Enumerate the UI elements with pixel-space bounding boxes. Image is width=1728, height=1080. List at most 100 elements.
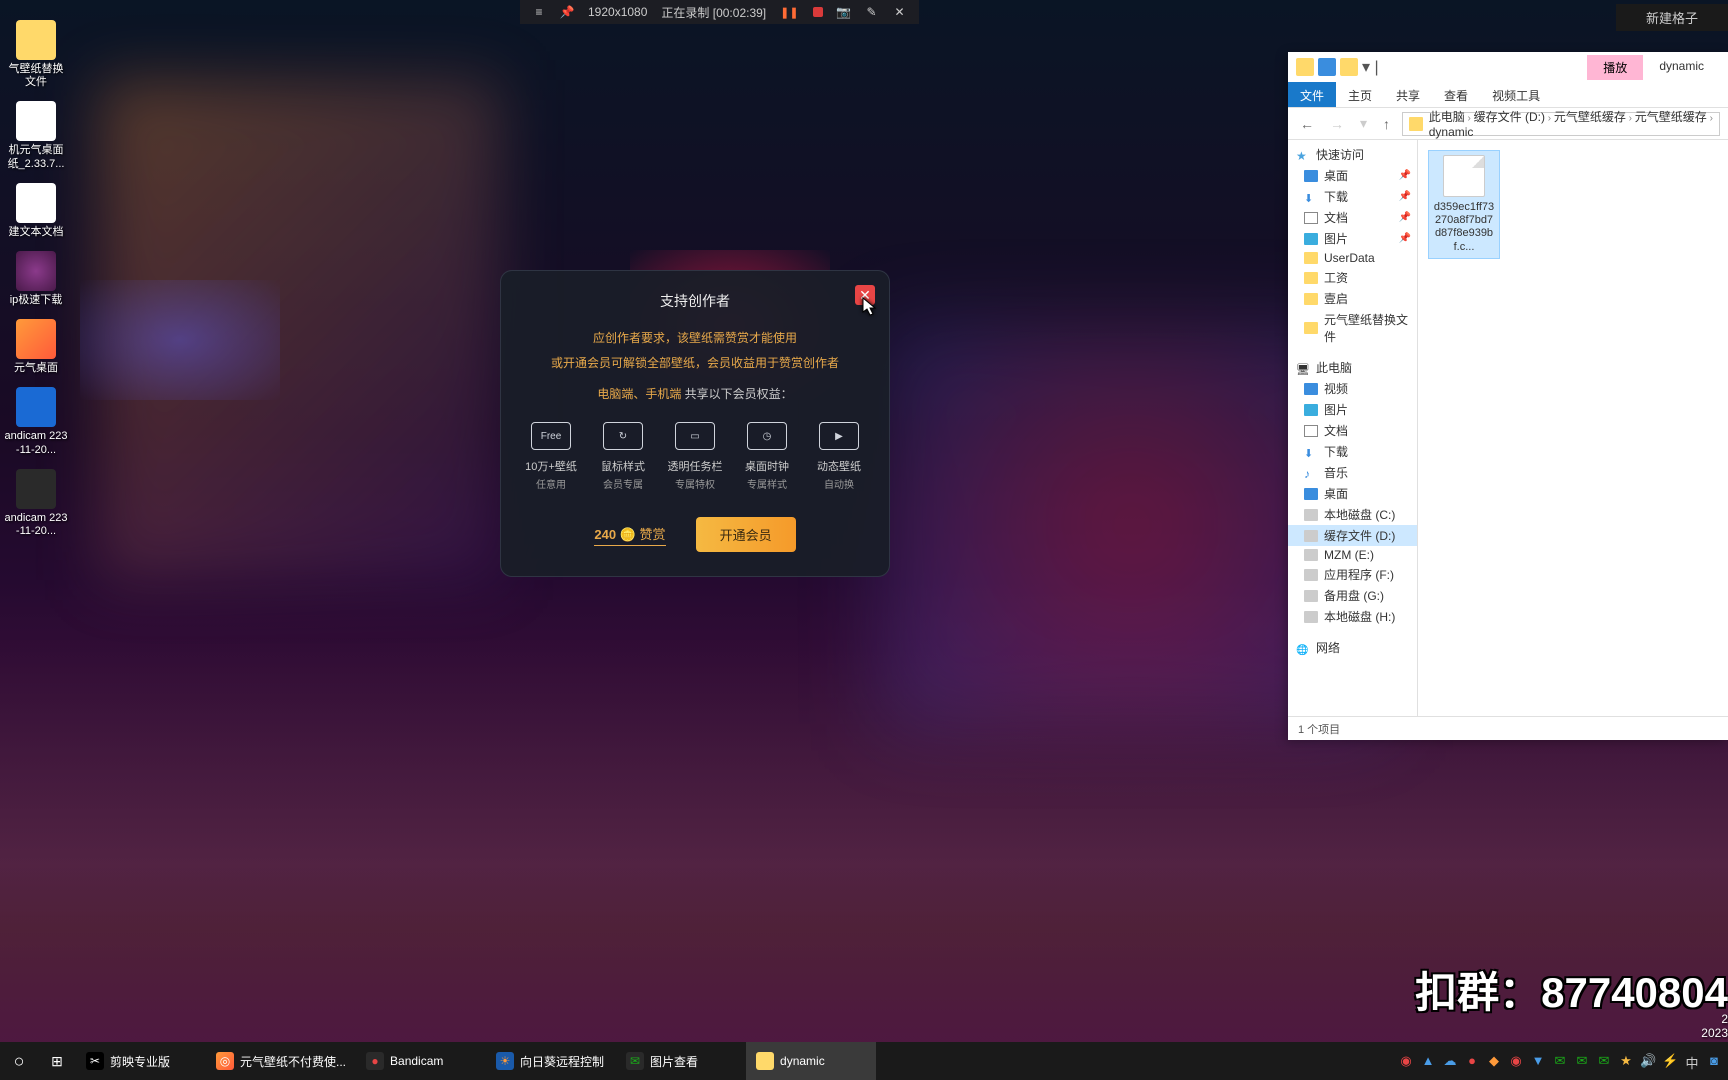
tray-icon[interactable]: ◙ (1706, 1053, 1722, 1069)
nav-item[interactable]: 下载 (1288, 441, 1417, 462)
forward-button[interactable]: → (1326, 116, 1348, 132)
address-bar-row: ← → ▾ ↑ 此电脑 › 缓存文件 (D:) › 元气壁纸缓存 › 元气壁纸缓… (1288, 108, 1728, 140)
ribbon-tab[interactable]: 文件 (1288, 82, 1336, 107)
tray-icon[interactable]: ◆ (1486, 1053, 1502, 1069)
navigation-pane: 快速访问桌面📌下载📌文档📌图片📌UserData工资壹启元气壁纸替换文件此电脑视… (1288, 140, 1418, 716)
taskbar-item[interactable]: dynamic (746, 1042, 876, 1080)
nav-item[interactable]: 本地磁盘 (C:) (1288, 504, 1417, 525)
desktop-icon[interactable]: 机元气桌面纸_2.33.7... (4, 101, 68, 170)
recent-dropdown[interactable]: ▾ (1356, 115, 1371, 132)
dialog-message-2: 或开通会员可解锁全部壁纸，会员收益用于赞赏创作者 (501, 354, 889, 371)
nav-this-pc[interactable]: 此电脑 (1288, 357, 1417, 378)
feature-icon: ▶ (819, 422, 859, 450)
desktop-icon[interactable]: andicam 223-11-20... (4, 469, 68, 538)
breadcrumb-item[interactable]: 此电脑 (1429, 110, 1465, 124)
ribbon-tab[interactable]: 视频工具 (1480, 82, 1552, 107)
menu-icon[interactable]: ≡ (532, 5, 546, 19)
nav-quick-access[interactable]: 快速访问 (1288, 144, 1417, 165)
breadcrumb-item[interactable]: 元气壁纸缓存 (1635, 110, 1707, 124)
open-vip-button[interactable]: 开通会员 (696, 517, 796, 552)
pin-icon: 📌 (1399, 212, 1411, 223)
nav-item[interactable]: 缓存文件 (D:) (1288, 525, 1417, 546)
explorer-titlebar[interactable]: ▾ | 播放 dynamic (1288, 52, 1728, 82)
feature-title: 动态壁纸 (809, 458, 869, 474)
tray-icon[interactable]: ◉ (1398, 1053, 1414, 1069)
ribbon-tab[interactable]: 主页 (1336, 82, 1384, 107)
reward-link[interactable]: 240 🪙 赞赏 (594, 524, 665, 546)
file-list[interactable]: d359ec1ff73270a8f7bd7d87f8e939bf.c... (1418, 140, 1728, 716)
nav-item[interactable]: UserData (1288, 249, 1417, 267)
desktop-icon[interactable]: 建文本文档 (4, 183, 68, 239)
taskbar-app-label: 元气壁纸不付费使... (240, 1053, 346, 1070)
nav-item[interactable]: 下载📌 (1288, 186, 1417, 207)
pencil-icon[interactable]: ✎ (865, 5, 879, 19)
nav-item[interactable]: 备用盘 (G:) (1288, 585, 1417, 606)
breadcrumb-item[interactable]: 元气壁纸缓存 (1554, 110, 1626, 124)
pin-icon[interactable]: 📌 (560, 5, 574, 19)
network-icon[interactable]: ⚡ (1662, 1053, 1678, 1069)
tray-icon[interactable]: ▲ (1420, 1053, 1436, 1069)
stop-icon[interactable] (813, 7, 823, 17)
nav-item[interactable]: 音乐 (1288, 462, 1417, 483)
breadcrumb-item[interactable]: dynamic (1429, 125, 1474, 139)
desktop-icon[interactable]: ip极速下载 (4, 251, 68, 307)
desktop-icon[interactable]: 气壁纸替换文件 (4, 20, 68, 89)
tray-icon[interactable]: ✉ (1552, 1053, 1568, 1069)
camera-icon[interactable]: 📷 (837, 5, 851, 19)
nav-item[interactable]: 应用程序 (F:) (1288, 564, 1417, 585)
qat-icon[interactable] (1318, 58, 1336, 76)
desktop-icon-label: 建文本文档 (4, 226, 68, 239)
volume-icon[interactable]: 🔊 (1640, 1053, 1656, 1069)
new-grid-button[interactable]: 新建格子 (1616, 4, 1728, 31)
tray-icon[interactable]: ◉ (1508, 1053, 1524, 1069)
desktop-icon[interactable]: andicam 223-11-20... (4, 387, 68, 456)
taskbar-app-icon: ● (366, 1052, 384, 1070)
taskbar-item[interactable]: ◎ 元气壁纸不付费使... (206, 1042, 356, 1080)
pause-icon[interactable]: ❚❚ (780, 6, 798, 19)
start-button[interactable]: ○ (0, 1042, 38, 1080)
nav-item[interactable]: 文档📌 (1288, 207, 1417, 228)
tray-icon[interactable]: ● (1464, 1053, 1480, 1069)
taskbar-app-label: 向日葵远程控制 (520, 1053, 604, 1070)
ime-icon[interactable]: 中 (1684, 1053, 1700, 1069)
back-button[interactable]: ← (1296, 116, 1318, 132)
desktop-icon[interactable]: 元气桌面 (4, 319, 68, 375)
file-item[interactable]: d359ec1ff73270a8f7bd7d87f8e939bf.c... (1428, 150, 1500, 259)
task-view-button[interactable]: ⊞ (38, 1042, 76, 1080)
ribbon-tab[interactable]: 共享 (1384, 82, 1432, 107)
nav-item[interactable]: 桌面 (1288, 483, 1417, 504)
nav-item[interactable]: 元气壁纸替换文件 (1288, 309, 1417, 347)
nav-item[interactable]: 工资 (1288, 267, 1417, 288)
nav-item[interactable]: 本地磁盘 (H:) (1288, 606, 1417, 627)
taskbar-item[interactable]: ☀ 向日葵远程控制 (486, 1042, 616, 1080)
nav-item[interactable]: 壹启 (1288, 288, 1417, 309)
up-button[interactable]: ↑ (1379, 116, 1394, 132)
taskbar-item[interactable]: ● Bandicam (356, 1042, 486, 1080)
nav-item[interactable]: 桌面📌 (1288, 165, 1417, 186)
nav-item[interactable]: MZM (E:) (1288, 546, 1417, 564)
tray-icon[interactable]: ☁ (1442, 1053, 1458, 1069)
tray-icon[interactable]: ✉ (1596, 1053, 1612, 1069)
tray-icon[interactable]: ▼ (1530, 1053, 1546, 1069)
tray-icon[interactable]: ★ (1618, 1053, 1634, 1069)
nav-item[interactable]: 视频 (1288, 378, 1417, 399)
qat-icon-2[interactable] (1340, 58, 1358, 76)
dialog-message-1: 应创作者要求，该壁纸需赞赏才能使用 (501, 329, 889, 346)
ribbon-tabs: 文件主页共享查看视频工具 (1288, 82, 1728, 108)
nav-item[interactable]: 文档 (1288, 420, 1417, 441)
address-bar[interactable]: 此电脑 › 缓存文件 (D:) › 元气壁纸缓存 › 元气壁纸缓存 › dyna… (1402, 112, 1720, 136)
nav-item[interactable]: 图片 (1288, 399, 1417, 420)
breadcrumb-item[interactable]: 缓存文件 (D:) (1474, 110, 1545, 124)
tray-icon[interactable]: ✉ (1574, 1053, 1590, 1069)
taskbar-item[interactable]: ✉ 图片查看 (616, 1042, 746, 1080)
close-icon[interactable]: ✕ (893, 5, 907, 19)
nav-item[interactable]: 图片📌 (1288, 228, 1417, 249)
contextual-tab-play[interactable]: 播放 (1587, 55, 1643, 80)
feature-icon: ◷ (747, 422, 787, 450)
qat-dropdown-icon[interactable]: ▾ | (1362, 57, 1379, 77)
taskbar-app-label: Bandicam (390, 1054, 443, 1068)
taskbar-item[interactable]: ✂ 剪映专业版 (76, 1042, 206, 1080)
ribbon-tab[interactable]: 查看 (1432, 82, 1480, 107)
desktop-icon-label: 元气桌面 (4, 362, 68, 375)
nav-network[interactable]: 网络 (1288, 637, 1417, 658)
